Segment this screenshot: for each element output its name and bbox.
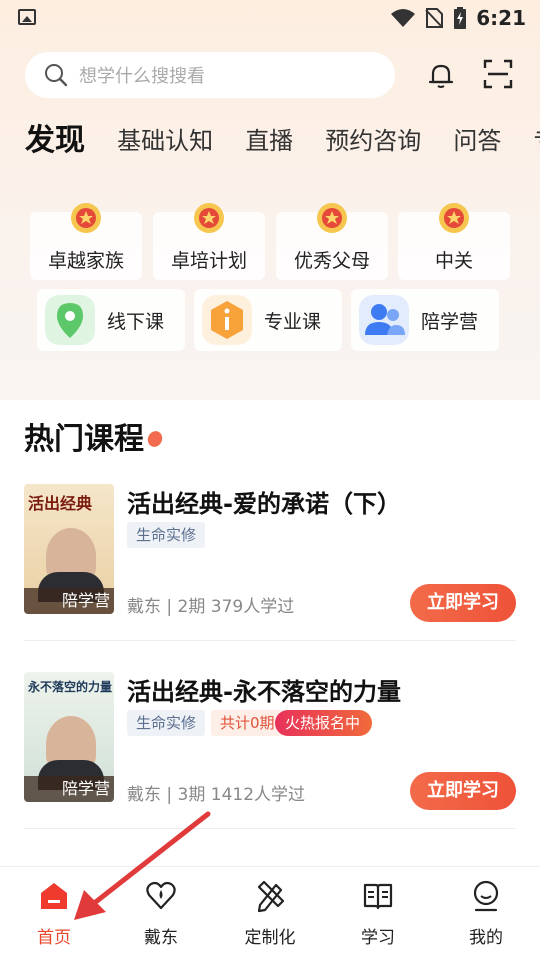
scan-icon[interactable] bbox=[482, 58, 514, 90]
medal-icon bbox=[439, 203, 469, 233]
nav-label: 我的 bbox=[469, 928, 503, 948]
wifi-icon bbox=[391, 9, 416, 27]
annotation-arrow bbox=[74, 811, 211, 920]
award-label: 卓越家族 bbox=[47, 250, 124, 272]
search-placeholder: 想学什么搜搜看 bbox=[79, 66, 205, 87]
category-tabs: 发现 基础认知 直播 预约咨询 问答 专家 bbox=[25, 118, 540, 168]
award-label: 优秀父母 bbox=[293, 250, 370, 272]
medal-icon bbox=[71, 203, 101, 233]
tab-qa[interactable]: 问答 bbox=[453, 118, 501, 164]
cover-title: 活出经典 bbox=[28, 494, 93, 513]
flame-icon bbox=[145, 428, 165, 450]
feature-offline-class[interactable]: 线下课 bbox=[37, 289, 185, 351]
nav-study[interactable]: 学习 bbox=[338, 879, 418, 948]
nav-label: 定制化 bbox=[244, 928, 296, 948]
feature-study-camp[interactable]: 陪学营 bbox=[351, 289, 499, 351]
medal-icon bbox=[317, 203, 347, 233]
nav-label: 学习 bbox=[361, 928, 395, 948]
users-icon bbox=[359, 295, 409, 345]
nav-mine[interactable]: 我的 bbox=[446, 879, 526, 948]
book-icon bbox=[363, 883, 393, 910]
tab-discover[interactable]: 发现 bbox=[25, 118, 85, 164]
profile-icon bbox=[473, 880, 499, 912]
clock-time: 6:21 bbox=[476, 6, 526, 30]
tab-consultation[interactable]: 预约咨询 bbox=[325, 118, 421, 164]
course-meta: 戴东 | 2期 379人学过 bbox=[127, 597, 295, 617]
course-title: 活出经典-永不落空的力量 bbox=[127, 678, 401, 706]
feature-label: 专业课 bbox=[264, 311, 322, 333]
no-sim-icon bbox=[425, 8, 444, 28]
tag-hot-registration: 火热报名中 bbox=[275, 710, 373, 736]
course-card[interactable]: 活出经典 陪学营 活出经典-爱的承诺（下） 生命实修 戴东 | 2期 379人学… bbox=[0, 484, 540, 659]
medal-icon bbox=[194, 203, 224, 233]
award-label: 中关 bbox=[434, 250, 473, 272]
tag-total-periods: 共计0期 bbox=[211, 710, 284, 736]
cover-title: 永不落空的力量 bbox=[28, 680, 113, 694]
cover-badge: 陪学营 bbox=[61, 779, 110, 798]
search-input[interactable]: 想学什么搜搜看 bbox=[25, 52, 395, 98]
award-card-excellent-parents[interactable]: 优秀父母 bbox=[276, 203, 388, 280]
search-icon bbox=[45, 64, 68, 87]
tag-life-practice: 生命实修 bbox=[127, 522, 206, 548]
nav-customize[interactable]: 定制化 bbox=[230, 879, 310, 948]
award-card-zhuoyue[interactable]: 卓越家族 bbox=[30, 203, 142, 280]
tab-basic-cognition[interactable]: 基础认知 bbox=[117, 118, 213, 164]
feature-professional-class[interactable]: 专业课 bbox=[194, 289, 342, 351]
course-cover: 活出经典 陪学营 bbox=[24, 484, 114, 614]
start-learning-button[interactable]: 立即学习 bbox=[410, 584, 516, 622]
section-title: 热门课程 bbox=[24, 422, 144, 457]
battery-charging-icon bbox=[454, 7, 467, 29]
course-title: 活出经典-爱的承诺（下） bbox=[127, 490, 401, 518]
tab-live[interactable]: 直播 bbox=[245, 118, 293, 164]
course-cover: 永不落空的力量 陪学营 bbox=[24, 672, 114, 802]
start-learning-button[interactable]: 立即学习 bbox=[410, 772, 516, 810]
tab-experts[interactable]: 专家 bbox=[533, 118, 540, 164]
status-bar: 6:21 bbox=[0, 0, 540, 36]
pencil-ruler-icon bbox=[257, 880, 285, 913]
location-pin-icon bbox=[45, 295, 95, 345]
award-card-zhuopei[interactable]: 卓培计划 bbox=[153, 203, 265, 280]
feature-label: 陪学营 bbox=[421, 311, 479, 333]
award-label: 卓培计划 bbox=[170, 250, 247, 272]
feature-label: 线下课 bbox=[107, 311, 165, 333]
image-notification-icon bbox=[18, 9, 36, 25]
bell-icon[interactable] bbox=[426, 60, 456, 90]
cover-badge: 陪学营 bbox=[61, 591, 110, 610]
info-hexagon-icon bbox=[202, 295, 252, 345]
tag-life-practice: 生命实修 bbox=[127, 710, 206, 736]
award-card-zhongguan[interactable]: 中关 bbox=[398, 203, 510, 280]
divider bbox=[24, 640, 516, 641]
course-meta: 戴东 | 3期 1412人学过 bbox=[127, 785, 306, 805]
